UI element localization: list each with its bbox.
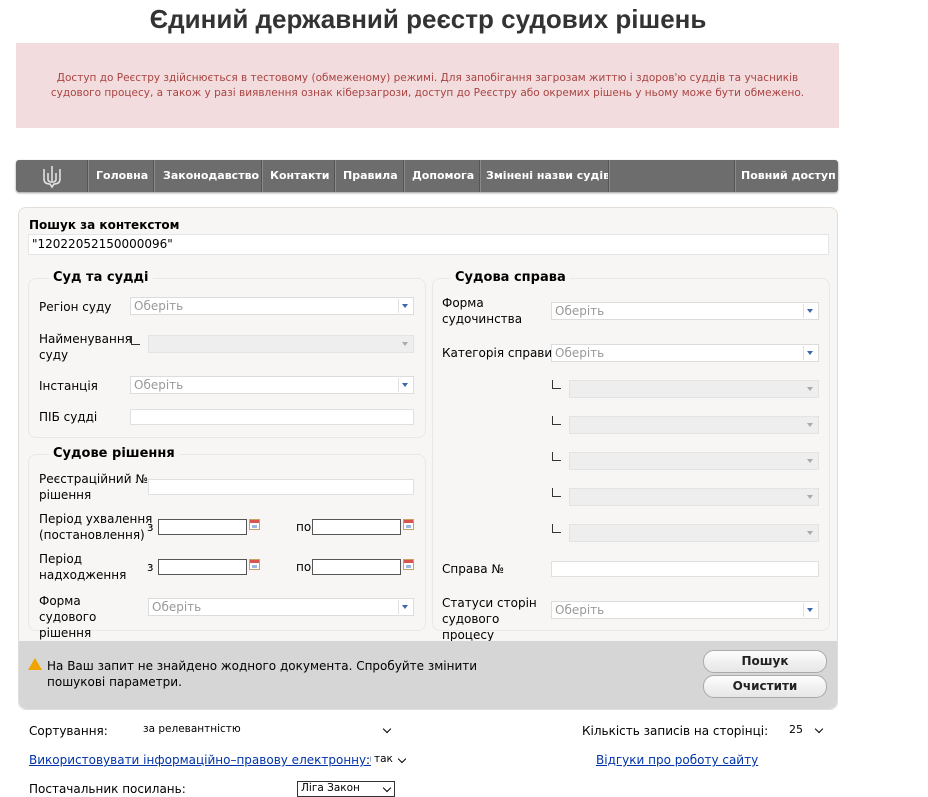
subcategory-select[interactable]: [569, 524, 819, 542]
period-received-to-input[interactable]: [312, 559, 401, 575]
nav-full-access[interactable]: Повний доступ: [741, 160, 836, 192]
warning-icon: [28, 658, 42, 670]
nav-legislation[interactable]: Законодавство: [163, 160, 259, 192]
case-number-label: Справа №: [442, 562, 504, 576]
court-legend: Суд та судді: [49, 270, 153, 285]
period-adopted-to-label: по: [296, 520, 312, 534]
subcategory-select[interactable]: [569, 380, 819, 398]
dropdown-arrow-icon: [398, 378, 412, 392]
chevron-down-icon: [382, 724, 392, 734]
chevron-down-icon: [382, 783, 392, 793]
legal-base-select[interactable]: так: [371, 753, 409, 768]
dropdown-arrow-icon: [803, 603, 817, 617]
subcategory-select[interactable]: [569, 416, 819, 434]
period-adopted-to-input[interactable]: [312, 519, 401, 535]
dropdown-arrow-icon: [804, 418, 817, 432]
context-search-label: Пошук за контекстом: [29, 218, 180, 232]
subcategory-checkbox[interactable]: [552, 452, 561, 461]
result-bar: На Ваш запит не знайдено жодного докумен…: [19, 641, 837, 709]
dropdown-arrow-icon: [804, 526, 817, 540]
dropdown-arrow-icon: [804, 382, 817, 396]
decision-form-select[interactable]: Оберіть: [148, 598, 414, 616]
calendar-icon[interactable]: [403, 519, 414, 530]
case-legend: Судова справа: [451, 270, 570, 285]
reg-number-label: Реєстраційний № рішення: [39, 472, 148, 502]
subcategory-checkbox[interactable]: [552, 380, 561, 389]
nav-contacts[interactable]: Контакти: [270, 160, 330, 192]
chevron-down-icon: [814, 724, 824, 734]
subcategory-checkbox[interactable]: [552, 416, 561, 425]
notice-text: Доступ до Реєстру здійснюється в тестово…: [50, 71, 805, 99]
nav-renamed-courts[interactable]: Змінені назви судів: [486, 160, 610, 192]
dropdown-arrow-icon: [804, 454, 817, 468]
calendar-icon[interactable]: [403, 559, 414, 570]
period-adopted-label: Період ухвалення (постановлення): [39, 512, 153, 542]
nav-rules[interactable]: Правила: [343, 160, 398, 192]
instance-label: Інстанція: [39, 379, 98, 393]
proceeding-form-select[interactable]: Оберіть: [551, 302, 819, 320]
period-adopted-from-input[interactable]: [158, 519, 247, 535]
court-name-checkbox[interactable]: [131, 336, 140, 345]
calendar-icon[interactable]: [249, 519, 260, 530]
nav-help[interactable]: Допомога: [412, 160, 474, 192]
period-received-from-input[interactable]: [158, 559, 247, 575]
dropdown-arrow-icon: [804, 490, 817, 504]
decision-legend: Судове рішення: [49, 446, 179, 461]
sorting-select[interactable]: за релевантністю: [140, 723, 394, 738]
judge-input[interactable]: [130, 409, 414, 425]
context-search-input[interactable]: "12022052150000096": [28, 234, 829, 255]
period-adopted-from-label: з: [147, 520, 154, 534]
category-label: Категорія справи: [442, 346, 553, 360]
subcategory-select[interactable]: [569, 452, 819, 470]
region-label: Регіон суду: [39, 300, 112, 314]
court-name-label: Найменування суду: [39, 332, 132, 362]
case-number-input[interactable]: [551, 561, 819, 577]
reg-number-input[interactable]: [148, 479, 414, 495]
proceeding-form-label: Форма судочинства: [442, 296, 523, 326]
page-title: Єдиний державний реєстр судових рішень: [149, 4, 707, 34]
trident-icon[interactable]: [41, 165, 63, 189]
calendar-icon[interactable]: [249, 559, 260, 570]
party-status-select[interactable]: Оберіть: [551, 601, 819, 619]
chevron-down-icon: [397, 754, 407, 764]
dropdown-arrow-icon: [803, 346, 817, 360]
dropdown-arrow-icon: [398, 600, 412, 614]
court-name-select[interactable]: [148, 335, 414, 353]
decision-form-label: Форма судового рішення: [39, 594, 97, 640]
search-panel: Пошук за контекстом "12022052150000096" …: [18, 207, 838, 710]
feedback-link[interactable]: Відгуки про роботу сайту: [596, 752, 758, 768]
main-nav: Головна Законодавство Контакти Правила Д…: [16, 160, 838, 192]
subcategory-checkbox[interactable]: [552, 488, 561, 497]
clear-button[interactable]: Очистити: [703, 675, 827, 698]
region-select[interactable]: Оберіть: [130, 297, 414, 315]
sorting-label: Сортування:: [29, 724, 108, 738]
nav-home[interactable]: Головна: [96, 160, 148, 192]
legal-base-link[interactable]: Використовувати інформаційно–правову еле…: [29, 752, 398, 768]
period-received-label: Період надходження: [39, 552, 127, 582]
dropdown-arrow-icon: [803, 304, 817, 318]
instance-select[interactable]: Оберіть: [130, 376, 414, 394]
judge-label: ПІБ судді: [39, 410, 98, 424]
notice-banner: Доступ до Реєстру здійснюється в тестово…: [16, 43, 839, 128]
category-select[interactable]: Оберіть: [551, 344, 819, 362]
search-button[interactable]: Пошук: [703, 650, 827, 673]
per-page-label: Кількість записів на сторінці:: [582, 724, 769, 738]
subcategory-checkbox[interactable]: [552, 524, 561, 533]
period-received-to-label: по: [296, 560, 312, 574]
dropdown-arrow-icon: [398, 299, 412, 313]
per-page-select[interactable]: 25: [786, 723, 826, 738]
subcategory-select[interactable]: [569, 488, 819, 506]
period-received-from-label: з: [147, 560, 154, 574]
result-message: На Ваш запит не знайдено жодного докумен…: [47, 659, 478, 689]
dropdown-arrow-icon: [399, 337, 412, 351]
party-status-label: Статуси сторін судового процесу: [442, 596, 537, 642]
